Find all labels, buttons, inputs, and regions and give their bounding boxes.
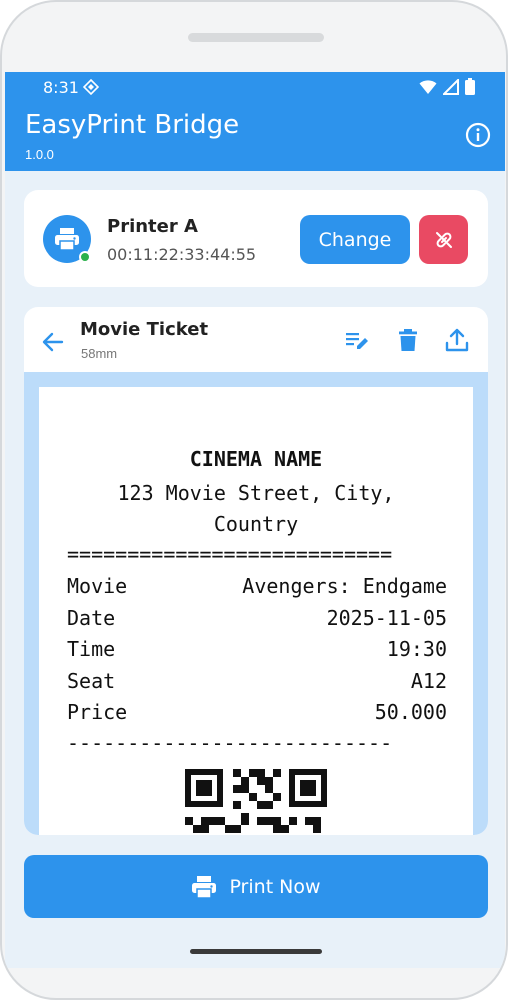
phone-speaker — [188, 33, 324, 42]
printer-icon — [192, 875, 217, 899]
trash-icon[interactable] — [395, 327, 421, 353]
arrow-left-icon[interactable] — [40, 329, 66, 355]
app-version: 1.0.0 — [25, 147, 54, 162]
printer-name: Printer A — [107, 216, 198, 237]
connection-status-dot — [79, 251, 91, 263]
wifi-icon — [419, 79, 437, 94]
receipt-row-value: A12 — [410, 669, 447, 693]
receipt-row-label: Movie — [67, 574, 128, 598]
app-screen: 8:31 EasyPrint Bridge 1.0.0 Printer A 00… — [5, 72, 505, 968]
receipt-row: Movie Avengers: Endgame — [67, 574, 447, 598]
receipt-row-value: 2025-11-05 — [326, 606, 447, 630]
receipt-row-label: Time — [67, 637, 116, 661]
template-card: Movie Ticket 58mm CINEMA NAME 123 Movie … — [24, 307, 488, 835]
receipt-title: CINEMA NAME — [189, 447, 323, 471]
disconnect-button[interactable] — [419, 215, 468, 264]
receipt-address: 123 Movie Street, City, Country — [79, 478, 433, 540]
signal-icon — [443, 78, 459, 95]
receipt-separator-single: --------------------------- — [67, 731, 393, 755]
receipt-address-line-1: 123 Movie Street, City, — [117, 481, 395, 505]
receipt-paper: CINEMA NAME 123 Movie Street, City, Coun… — [39, 387, 473, 835]
printer-card: Printer A 00:11:22:33:44:55 Change — [24, 190, 488, 287]
app-bar: 8:31 EasyPrint Bridge 1.0.0 — [5, 72, 505, 171]
receipt-row-label: Seat — [67, 669, 116, 693]
template-paper-size: 58mm — [81, 346, 118, 361]
app-title: EasyPrint Bridge — [25, 110, 240, 140]
change-printer-button[interactable]: Change — [300, 215, 410, 264]
phone-frame: 8:31 EasyPrint Bridge 1.0.0 Printer A 00… — [0, 0, 508, 1000]
receipt-address-line-2: Country — [213, 512, 299, 536]
template-title: Movie Ticket — [80, 319, 209, 340]
receipt-preview-area: CINEMA NAME 123 Movie Street, City, Coun… — [24, 372, 488, 835]
battery-icon — [465, 78, 475, 95]
receipt-row-value: 19:30 — [386, 637, 447, 661]
status-icons — [419, 78, 475, 95]
status-app-icon — [83, 79, 99, 95]
receipt-row-value: 50.000 — [374, 700, 447, 724]
info-icon[interactable] — [465, 122, 491, 148]
print-now-button[interactable]: Print Now — [24, 855, 488, 918]
link-off-icon — [435, 231, 452, 248]
receipt-row: Time 19:30 — [67, 637, 447, 661]
receipt-row: Price 50.000 — [67, 700, 447, 724]
upload-icon[interactable] — [444, 327, 470, 353]
home-indicator[interactable] — [190, 949, 322, 954]
receipt-row-label: Price — [67, 700, 128, 724]
receipt-row: Seat A12 — [67, 669, 447, 693]
receipt-row-value: Avengers: Endgame — [242, 574, 447, 598]
qr-code — [185, 769, 327, 833]
receipt-row-label: Date — [67, 606, 116, 630]
edit-note-icon[interactable] — [344, 327, 370, 353]
printer-icon — [55, 228, 79, 251]
status-time: 8:31 — [43, 78, 79, 97]
receipt-row: Date 2025-11-05 — [67, 606, 447, 630]
printer-mac-address: 00:11:22:33:44:55 — [107, 245, 257, 264]
print-now-label: Print Now — [229, 875, 321, 898]
receipt-separator-double: =========================== — [67, 542, 393, 566]
